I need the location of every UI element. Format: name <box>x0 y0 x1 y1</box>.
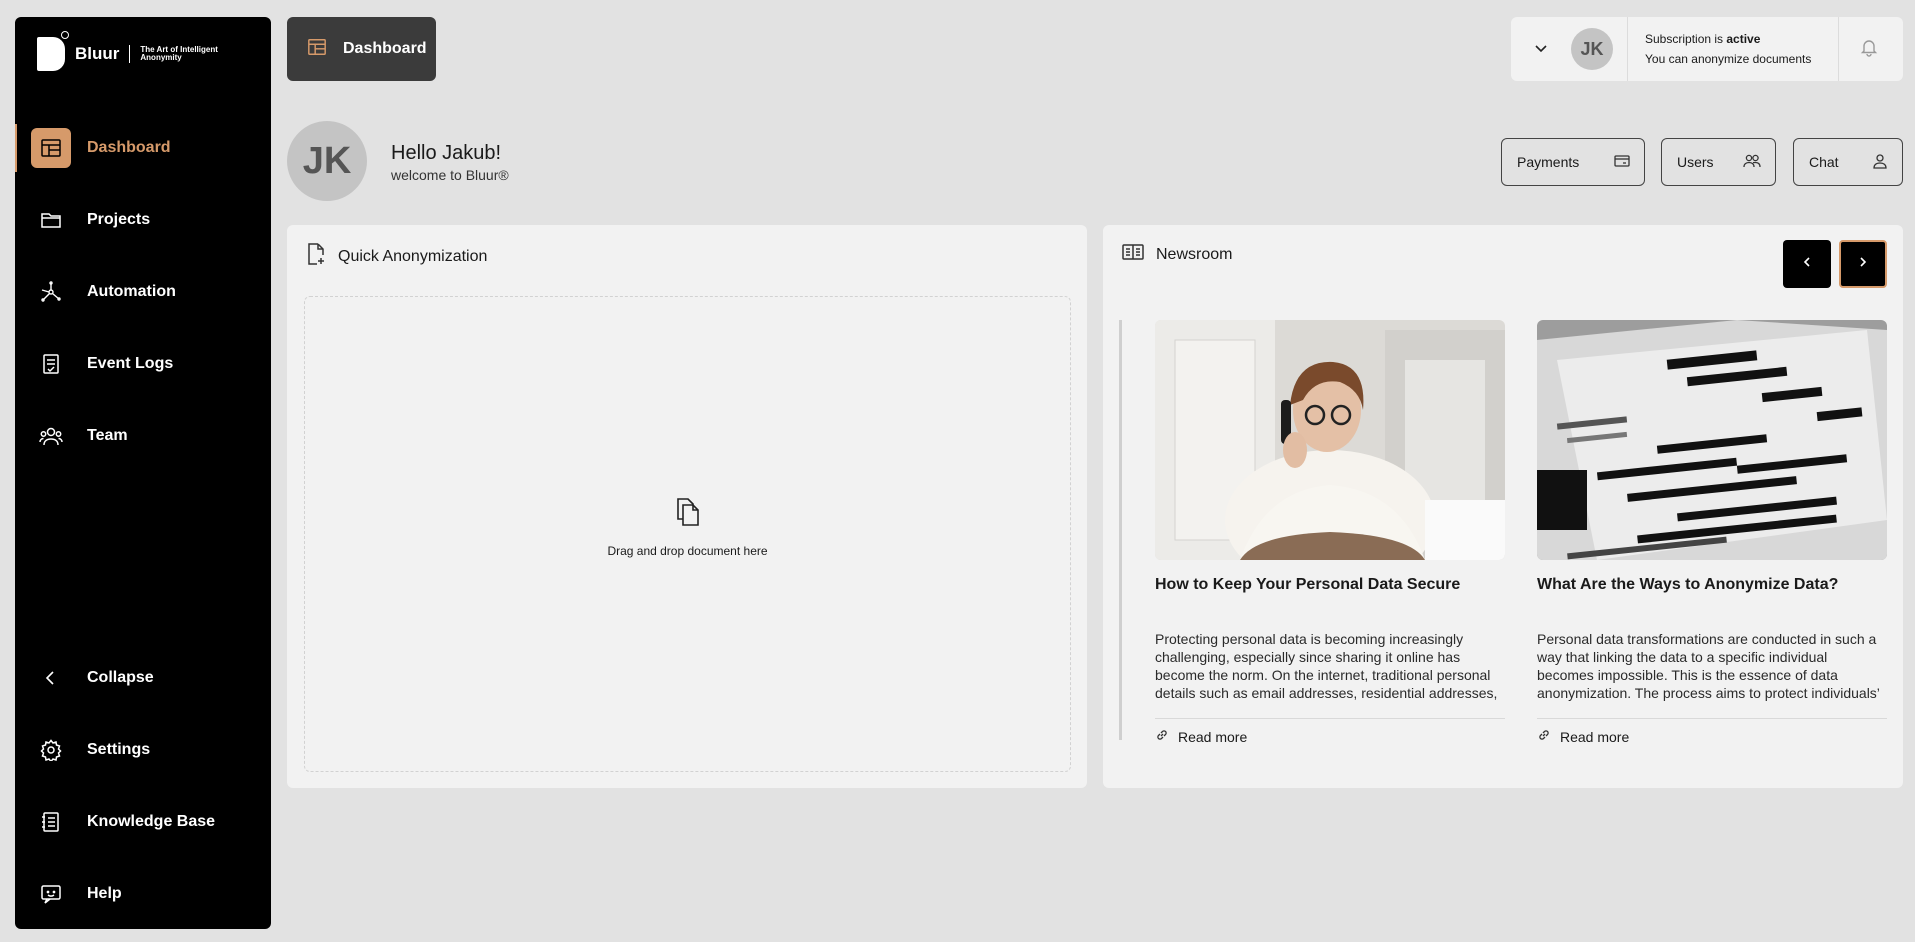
subscription-prefix: Subscription is <box>1645 32 1727 46</box>
logo-mark-icon <box>37 31 69 71</box>
sidebar-item-event-logs[interactable]: Event Logs <box>15 336 271 392</box>
bell-icon <box>1859 37 1879 62</box>
credit-card-icon <box>1614 154 1630 171</box>
chat-user-icon <box>1872 153 1888 172</box>
chevron-down-icon[interactable] <box>1511 41 1571 57</box>
automation-icon <box>31 272 71 312</box>
dropzone-content: Drag and drop document here <box>305 497 1070 558</box>
sidebar-item-dashboard[interactable]: Dashboard <box>15 120 271 176</box>
logo[interactable]: Bluur The Art of Intelligent Anonymity <box>37 31 220 71</box>
link-icon <box>1537 728 1551 745</box>
folder-icon <box>31 200 71 240</box>
sidebar-item-settings[interactable]: Settings <box>15 722 271 778</box>
article-divider <box>1537 718 1887 719</box>
document-dropzone[interactable]: Drag and drop document here <box>304 296 1071 772</box>
documents-icon <box>674 498 702 531</box>
previous-article-edge <box>1118 320 1122 740</box>
avatar[interactable]: JK <box>1571 28 1613 70</box>
users-icon <box>1743 153 1761 172</box>
help-icon <box>31 874 71 914</box>
collapse-label: Collapse <box>87 669 154 686</box>
card-header: Newsroom <box>1122 243 1232 266</box>
news-article[interactable]: What Are the Ways to Anonymize Data? Per… <box>1537 320 1887 745</box>
sidebar-item-help[interactable]: Help <box>15 866 271 922</box>
news-article[interactable]: How to Keep Your Personal Data Secure Pr… <box>1155 320 1505 745</box>
sidebar: Bluur The Art of Intelligent Anonymity D… <box>15 17 271 929</box>
card-header: Quick Anonymization <box>306 243 487 270</box>
user-avatar-large: JK <box>287 121 367 201</box>
sidebar-item-label: Settings <box>87 741 151 758</box>
card-title: Quick Anonymization <box>338 247 488 265</box>
collapse-button[interactable]: Collapse <box>15 650 271 706</box>
page-title-button[interactable]: Dashboard <box>287 17 436 81</box>
notifications-button[interactable] <box>1838 17 1898 81</box>
chat-label: Chat <box>1809 154 1839 170</box>
chevron-right-icon <box>1857 255 1869 273</box>
link-icon <box>1155 728 1169 745</box>
quick-anonymization-card: Quick Anonymization Drag and drop docume… <box>287 225 1087 788</box>
dropzone-text: Drag and drop document here <box>607 544 768 558</box>
user-panel: JK Subscription is active You can anonym… <box>1511 17 1903 81</box>
sidebar-item-projects[interactable]: Projects <box>15 192 271 248</box>
newsroom-prev-button[interactable] <box>1783 240 1831 288</box>
newsroom-next-button[interactable] <box>1839 240 1887 288</box>
article-divider <box>1155 718 1505 719</box>
chat-button[interactable]: Chat <box>1793 138 1903 186</box>
read-more-link[interactable]: Read more <box>1537 728 1887 745</box>
sidebar-item-team[interactable]: Team <box>15 408 271 464</box>
dashboard-icon <box>31 128 71 168</box>
read-more-link[interactable]: Read more <box>1155 728 1505 745</box>
sidebar-item-knowledge-base[interactable]: Knowledge Base <box>15 794 271 850</box>
chevron-left-icon <box>31 658 71 698</box>
greeting-subtitle: welcome to Bluur® <box>391 167 509 183</box>
users-button[interactable]: Users <box>1661 138 1776 186</box>
article-description: Protecting personal data is becoming inc… <box>1155 631 1498 704</box>
logo-word: Bluur <box>75 44 120 63</box>
sidebar-item-label: Knowledge Base <box>87 813 216 830</box>
page-title: Dashboard <box>343 40 427 57</box>
article-title[interactable]: What Are the Ways to Anonymize Data? <box>1537 576 1887 620</box>
sidebar-item-label: Event Logs <box>87 355 174 372</box>
sidebar-item-label: Projects <box>87 211 151 228</box>
read-more-label: Read more <box>1178 728 1248 745</box>
payments-button[interactable]: Payments <box>1501 138 1645 186</box>
team-icon <box>31 416 71 456</box>
subscription-state: active <box>1726 32 1761 46</box>
sidebar-item-automation[interactable]: Automation <box>15 264 271 320</box>
knowledge-base-icon <box>31 802 71 842</box>
subscription-status: Subscription is active You can anonymize… <box>1628 29 1838 69</box>
article-image-woman-on-phone[interactable] <box>1155 320 1505 560</box>
newsroom-card: Newsroom How to Keep Your Personal Data … <box>1103 225 1903 788</box>
article-description: Personal data transformations are conduc… <box>1537 631 1880 704</box>
greeting-title: Hello Jakub! <box>391 142 502 164</box>
users-label: Users <box>1677 154 1714 170</box>
subscription-note: You can anonymize documents <box>1645 52 1812 66</box>
logo-divider <box>129 45 131 63</box>
card-title: Newsroom <box>1156 245 1233 263</box>
dashboard-icon <box>307 37 327 62</box>
sidebar-item-label: Automation <box>87 283 176 300</box>
chevron-left-icon <box>1801 255 1813 273</box>
gear-icon <box>31 730 71 770</box>
event-log-icon <box>31 344 71 384</box>
logo-tagline: The Art of Intelligent Anonymity <box>140 45 218 62</box>
sidebar-item-label: Help <box>87 885 122 902</box>
article-title[interactable]: How to Keep Your Personal Data Secure <box>1155 576 1505 620</box>
newspaper-icon <box>1122 243 1144 266</box>
payments-label: Payments <box>1517 154 1580 170</box>
article-image-redacted-document[interactable] <box>1537 320 1887 560</box>
file-add-icon <box>306 243 326 270</box>
sidebar-item-label: Dashboard <box>87 139 171 156</box>
read-more-label: Read more <box>1560 728 1630 745</box>
sidebar-item-label: Team <box>87 427 128 444</box>
